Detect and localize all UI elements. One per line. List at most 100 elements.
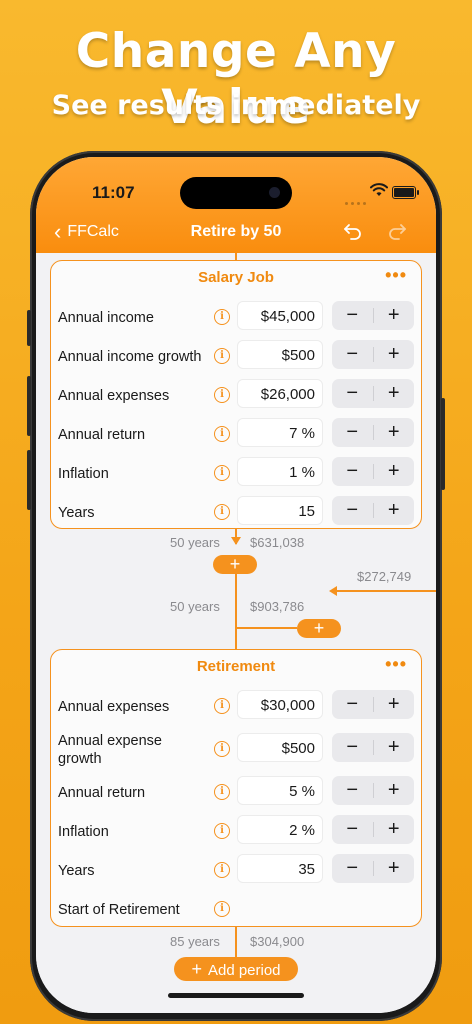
phone-volume-down [27,450,31,510]
more-options-icon[interactable]: ••• [385,265,407,286]
info-icon[interactable]: i [214,698,230,714]
increment-button[interactable]: + [374,418,415,447]
period-title: Retirement [196,658,276,675]
decrement-button[interactable]: − [332,776,373,805]
increment-button[interactable]: + [374,690,415,719]
row-inflation: Inflation i 1 % − + [51,455,421,494]
annual-expenses-stepper: − + [332,690,414,719]
annual-expenses-input[interactable]: $26,000 [237,379,323,408]
insert-period-button[interactable]: + [213,555,257,574]
row-annual-expense-growth: Annual expense growth i $500 − + [51,731,421,773]
period-flow: Salary Job ••• Annual income i $45,000 −… [36,253,436,1013]
info-icon[interactable]: i [214,387,230,403]
inflation-input[interactable]: 2 % [237,815,323,844]
period-card-salary-job: Salary Job ••• Annual income i $45,000 −… [50,260,422,529]
row-annual-return: Annual return i 7 % − + [51,416,421,455]
flow-branch-line [235,627,297,629]
home-indicator[interactable] [168,993,304,998]
info-icon[interactable]: i [214,862,230,878]
row-label: Start of Retirement [58,902,180,918]
row-inflation: Inflation i 2 % − + [51,813,421,852]
decrement-button[interactable]: − [332,690,373,719]
plus-icon: + [191,959,202,979]
status-time: 11:07 [92,183,135,202]
annual-return-stepper: − + [332,776,414,805]
increment-button[interactable]: + [374,340,415,369]
dynamic-island [180,177,292,209]
incoming-flow-line [336,590,436,592]
info-icon[interactable]: i [214,309,230,325]
annual-income-growth-input[interactable]: $500 [237,340,323,369]
info-icon[interactable]: i [214,741,230,757]
years-stepper: − + [332,496,414,525]
increment-button[interactable]: + [374,733,415,762]
nav-title: Retire by 50 [190,223,282,240]
row-annual-income: Annual income i $45,000 − + [51,299,421,338]
decrement-button[interactable]: − [332,496,373,525]
decrement-button[interactable]: − [332,301,373,330]
more-options-icon[interactable]: ••• [385,654,407,675]
row-label: Annual expenses [58,699,170,715]
redo-icon[interactable] [386,220,408,242]
annual-expenses-stepper: − + [332,379,414,408]
add-period-button[interactable]: + Add period [174,957,298,981]
row-label: Years [58,505,95,521]
back-button[interactable]: ‹ FFCalc [54,221,119,243]
years-input[interactable]: 15 [237,496,323,525]
row-start-of-retirement: Start of Retirement i [51,891,421,930]
phone-power-button [441,398,445,490]
row-label: Years [58,863,95,879]
info-icon[interactable]: i [214,426,230,442]
annual-income-stepper: − + [332,301,414,330]
incoming-amount-label: $272,749 [357,569,412,584]
row-label: Annual expenses [58,388,170,404]
years-input[interactable]: 35 [237,854,323,883]
decrement-button[interactable]: − [332,457,373,486]
arrow-down-icon [231,537,241,545]
info-icon[interactable]: i [214,348,230,364]
info-icon[interactable]: i [214,504,230,520]
decrement-button[interactable]: − [332,815,373,844]
annual-income-input[interactable]: $45,000 [237,301,323,330]
increment-button[interactable]: + [374,815,415,844]
row-years: Years i 35 − + [51,852,421,891]
row-label: Inflation [58,466,109,482]
increment-button[interactable]: + [374,776,415,805]
flow-amount-label: $903,786 [250,599,305,614]
annual-return-stepper: − + [332,418,414,447]
annual-expenses-input[interactable]: $30,000 [237,690,323,719]
decrement-button[interactable]: − [332,340,373,369]
increment-button[interactable]: + [374,457,415,486]
flow-age-label: 85 years [170,934,220,949]
decrement-button[interactable]: − [332,379,373,408]
increment-button[interactable]: + [374,496,415,525]
info-icon[interactable]: i [214,901,230,917]
decrement-button[interactable]: − [332,733,373,762]
flow-age-label: 50 years [170,535,220,550]
info-icon[interactable]: i [214,784,230,800]
years-stepper: − + [332,854,414,883]
annual-expense-growth-input[interactable]: $500 [237,733,323,762]
navigation-bar: 11:07 ‹ FFCalc Retire by 50 [36,157,436,253]
increment-button[interactable]: + [374,301,415,330]
decrement-button[interactable]: − [332,854,373,883]
annual-return-input[interactable]: 7 % [237,418,323,447]
row-label: Inflation [58,824,109,840]
annual-income-growth-stepper: − + [332,340,414,369]
row-label: Annual expense growth [58,733,162,767]
insert-period-button[interactable]: + [297,619,341,638]
increment-button[interactable]: + [374,854,415,883]
info-icon[interactable]: i [214,823,230,839]
wifi-icon [370,183,388,196]
decrement-button[interactable]: − [332,418,373,447]
inflation-stepper: − + [332,815,414,844]
info-icon[interactable]: i [214,465,230,481]
phone-screen: 11:07 ‹ FFCalc Retire by 50 Salary Job •… [36,157,436,1013]
increment-button[interactable]: + [374,379,415,408]
undo-icon[interactable] [342,220,364,242]
flow-amount-label: $631,038 [250,535,305,550]
annual-return-input[interactable]: 5 % [237,776,323,805]
inflation-input[interactable]: 1 % [237,457,323,486]
phone-side-button [27,310,31,346]
row-label: Annual return [58,427,146,443]
